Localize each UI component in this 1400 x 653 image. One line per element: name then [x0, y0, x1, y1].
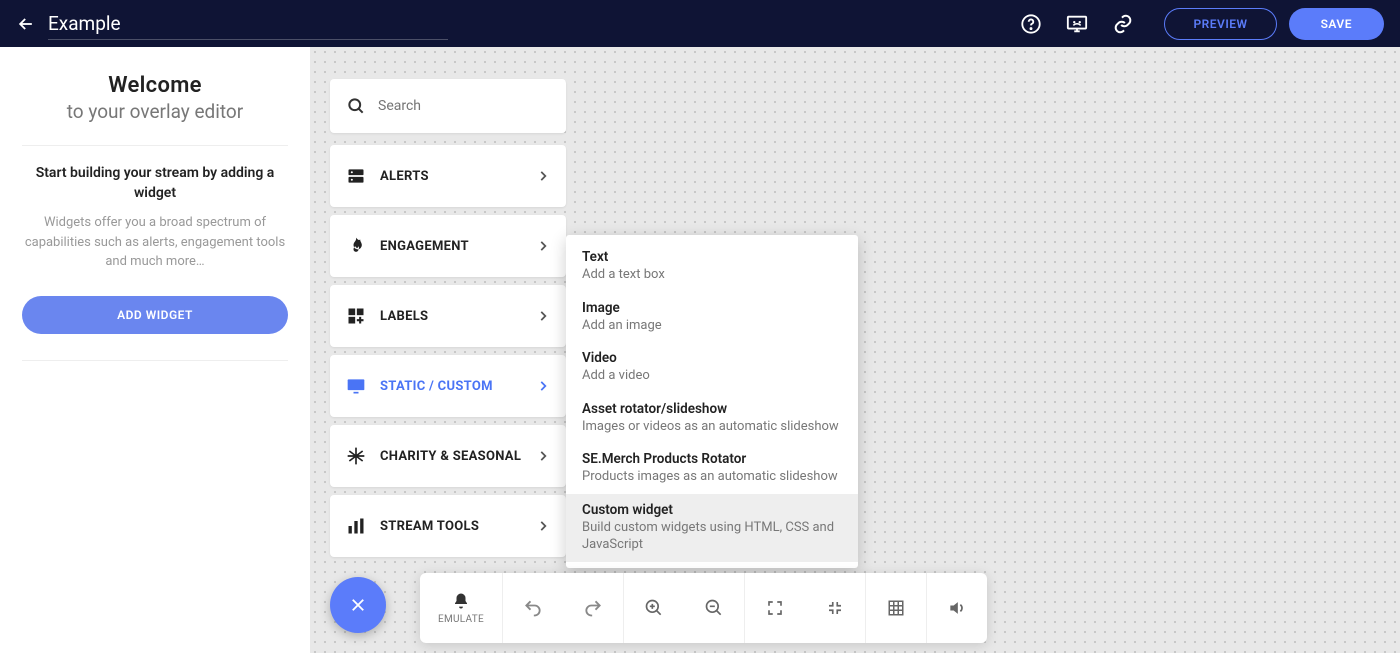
submenu-desc: Products images as an automatic slidesho…	[582, 468, 842, 486]
save-button[interactable]: SAVE	[1289, 8, 1384, 40]
welcome-title: Welcome	[22, 73, 288, 98]
submenu-title: Video	[582, 350, 842, 366]
redo-button[interactable]	[563, 598, 623, 618]
squares-icon	[346, 306, 366, 326]
category-label: STREAM TOOLS	[380, 519, 479, 534]
category-label: ALERTS	[380, 169, 429, 184]
setup-icon[interactable]	[1066, 13, 1088, 35]
submenu-item-video[interactable]: Video Add a video	[566, 342, 858, 393]
submenu-item-text[interactable]: Text Add a text box	[566, 241, 858, 292]
grid-icon	[887, 599, 905, 617]
server-icon	[346, 166, 366, 186]
zoom-in-button[interactable]	[624, 598, 684, 618]
chevron-right-icon	[536, 239, 550, 253]
volume-button[interactable]	[927, 598, 987, 618]
start-description: Widgets offer you a broad spectrum of ca…	[22, 213, 288, 272]
category-stream-tools[interactable]: STREAM TOOLS	[330, 495, 566, 557]
back-button[interactable]	[16, 14, 36, 34]
category-labels[interactable]: LABELS	[330, 285, 566, 347]
category-label: STATIC / CUSTOM	[380, 379, 493, 394]
submenu-title: Asset rotator/slideshow	[582, 401, 842, 417]
undo-button[interactable]	[503, 598, 563, 618]
help-icon[interactable]	[1020, 13, 1042, 35]
add-widget-button[interactable]: ADD WIDGET	[22, 296, 288, 334]
submenu-desc: Add a text box	[582, 266, 842, 284]
submenu-item-se-merch-products-rotator[interactable]: SE.Merch Products Rotator Products image…	[566, 443, 858, 494]
volume-icon	[947, 598, 967, 618]
zoom-in-icon	[644, 598, 664, 618]
zoom-out-button[interactable]	[684, 598, 744, 618]
chevron-right-icon	[536, 309, 550, 323]
category-label: LABELS	[380, 309, 428, 324]
category-label: CHARITY & SEASONAL	[380, 449, 521, 464]
category-charity-seasonal[interactable]: CHARITY & SEASONAL	[330, 425, 566, 487]
close-fab[interactable]	[330, 577, 386, 633]
chevron-right-icon	[536, 379, 550, 393]
category-engagement[interactable]: ENGAGEMENT	[330, 215, 566, 277]
exit-fullscreen-icon	[826, 599, 844, 617]
search-icon	[346, 96, 366, 116]
search-input[interactable]	[378, 98, 550, 114]
bell-icon	[452, 592, 470, 610]
submenu-desc: Add a video	[582, 367, 842, 385]
chevron-right-icon	[536, 449, 550, 463]
category-alerts[interactable]: ALERTS	[330, 145, 566, 207]
exit-fullscreen-button[interactable]	[805, 599, 865, 617]
emulate-label: EMULATE	[438, 614, 484, 625]
submenu-desc: Add an image	[582, 317, 842, 335]
submenu-title: SE.Merch Products Rotator	[582, 451, 842, 467]
submenu-item-custom-widget[interactable]: Custom widget Build custom widgets using…	[566, 494, 858, 562]
start-heading: Start building your stream by adding a w…	[22, 164, 288, 203]
divider	[22, 145, 288, 146]
bars-icon	[346, 516, 366, 536]
zoom-out-icon	[704, 598, 724, 618]
preview-button[interactable]: PREVIEW	[1164, 8, 1276, 40]
canvas[interactable]: ALERTS ENGAGEMENT LABELS STATIC / CUSTOM…	[310, 47, 1400, 653]
snow-icon	[346, 446, 366, 466]
submenu-desc: Build custom widgets using HTML, CSS and…	[582, 519, 842, 554]
chevron-right-icon	[536, 169, 550, 183]
redo-icon	[583, 598, 603, 618]
flame-icon	[346, 236, 366, 256]
grid-button[interactable]	[866, 599, 926, 617]
fullscreen-icon	[766, 599, 784, 617]
submenu-title: Image	[582, 300, 842, 316]
submenu-title: Text	[582, 249, 842, 265]
category-static-custom[interactable]: STATIC / CUSTOM	[330, 355, 566, 417]
overlay-title-input[interactable]	[48, 8, 448, 40]
submenu-item-image[interactable]: Image Add an image	[566, 292, 858, 343]
chevron-right-icon	[536, 519, 550, 533]
emulate-button[interactable]: EMULATE	[420, 592, 502, 625]
submenu-item-asset-rotator-slideshow[interactable]: Asset rotator/slideshow Images or videos…	[566, 393, 858, 444]
monitor-icon	[346, 376, 366, 396]
submenu-desc: Images or videos as an automatic slidesh…	[582, 418, 842, 436]
search-box[interactable]	[330, 79, 566, 133]
category-label: ENGAGEMENT	[380, 239, 469, 254]
undo-icon	[523, 598, 543, 618]
submenu: Text Add a text boxImage Add an imageVid…	[566, 235, 858, 568]
link-icon[interactable]	[1112, 13, 1134, 35]
divider	[22, 360, 288, 361]
welcome-subtitle: to your overlay editor	[22, 100, 288, 123]
canvas-toolbar: EMULATE	[420, 573, 987, 643]
submenu-title: Custom widget	[582, 502, 842, 518]
sidebar: Welcome to your overlay editor Start bui…	[0, 47, 310, 653]
close-icon	[349, 596, 367, 614]
fullscreen-button[interactable]	[745, 599, 805, 617]
